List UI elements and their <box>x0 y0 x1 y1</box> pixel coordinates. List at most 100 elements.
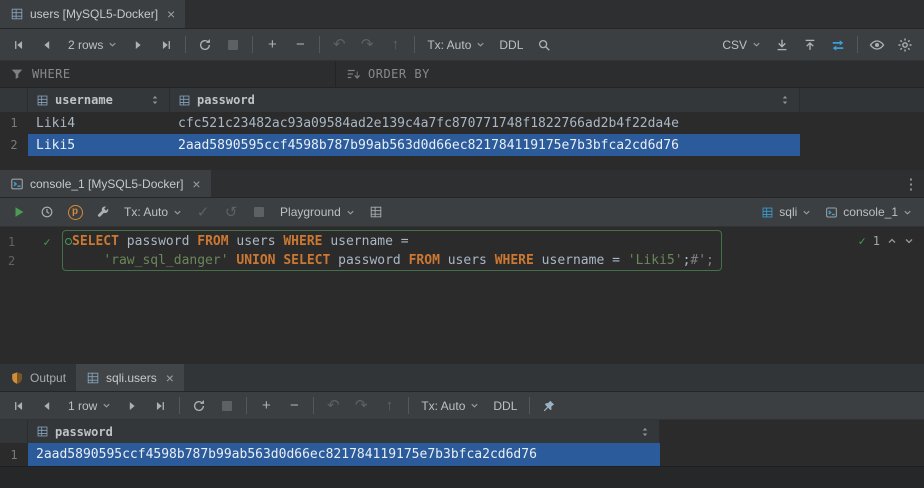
more-options-icon[interactable]: ⋮ <box>898 170 924 197</box>
row-number: 1 <box>0 112 28 134</box>
chevron-down-icon <box>476 40 485 49</box>
stop-button <box>214 394 240 418</box>
import-data-button[interactable] <box>797 33 823 57</box>
sort-icon[interactable] <box>639 426 651 438</box>
tab-users-grid[interactable]: users [MySQL5-Docker] × <box>0 0 185 28</box>
where-filter-field[interactable]: WHERE <box>0 61 336 87</box>
table-row-selected[interactable]: 2 Liki5 2aad5890595ccf4598b787b99ab563d0… <box>0 134 924 156</box>
redo-button: ↷ <box>348 394 374 418</box>
close-icon[interactable]: × <box>167 7 175 21</box>
code-token: 'Liki5' <box>628 253 683 268</box>
result-toolbar: 1 row + − ↶ ↷ ↑ Tx: Auto DDL <box>0 392 924 420</box>
tab-output[interactable]: Output <box>0 364 76 391</box>
code-token: username <box>542 253 612 268</box>
sql-editor[interactable]: 1 ✓ SELECT password FROM users WHERE use… <box>0 227 924 364</box>
database-icon <box>761 206 774 219</box>
code-token <box>72 253 103 268</box>
close-icon[interactable]: × <box>166 371 174 385</box>
run-success-icon: ✓ <box>30 235 64 249</box>
profile-icon: p <box>68 205 83 220</box>
column-label: password <box>55 425 113 439</box>
export-data-button[interactable] <box>769 33 795 57</box>
stop-button <box>246 200 272 224</box>
output-layout-button[interactable] <box>363 200 389 224</box>
settings-button[interactable] <box>892 33 918 57</box>
grid-header-row: username password <box>0 88 924 112</box>
close-icon[interactable]: × <box>192 177 200 191</box>
column-icon <box>36 94 49 107</box>
page-size-label: 2 rows <box>68 38 103 52</box>
code-token: users <box>236 234 283 249</box>
page-size-dropdown[interactable]: 2 rows <box>62 33 123 57</box>
schema-dropdown[interactable]: sqli <box>755 200 817 224</box>
configure-button[interactable] <box>90 200 116 224</box>
profile-button[interactable]: p <box>62 200 88 224</box>
code-text: 'raw_sql_danger' UNION SELECT password F… <box>64 253 714 268</box>
reload-page-button[interactable] <box>192 33 218 57</box>
tx-mode-dropdown[interactable]: Tx: Auto <box>415 394 485 418</box>
cell-username[interactable]: Liki5 <box>28 134 170 156</box>
code-lines: 1 ✓ SELECT password FROM users WHERE use… <box>0 227 924 270</box>
last-page-button[interactable] <box>147 394 173 418</box>
playground-dropdown[interactable]: Playground <box>274 200 361 224</box>
add-row-button[interactable]: + <box>253 394 279 418</box>
order-by-label: ORDER BY <box>368 67 430 81</box>
previous-page-button[interactable] <box>34 33 60 57</box>
add-row-button[interactable]: + <box>259 33 285 57</box>
search-button[interactable] <box>531 33 557 57</box>
page-size-dropdown[interactable]: 1 row <box>62 394 117 418</box>
cell-username[interactable]: Liki4 <box>28 112 170 134</box>
column-header-password[interactable]: password <box>170 88 800 112</box>
cell-password[interactable]: 2aad5890595ccf4598b787b99ab563d0d66ec821… <box>28 443 660 466</box>
delete-row-button[interactable]: − <box>287 33 313 57</box>
run-button[interactable] <box>6 200 32 224</box>
column-header-username[interactable]: username <box>28 88 170 112</box>
chevron-down-icon <box>802 208 811 217</box>
tab-result-grid[interactable]: sqli.users × <box>76 364 184 391</box>
first-page-button[interactable] <box>6 394 32 418</box>
inspection-widget[interactable]: ✓ 1 <box>859 234 914 248</box>
toolbar-separator <box>179 397 180 414</box>
reload-page-button[interactable] <box>186 394 212 418</box>
submit-button: ↑ <box>376 394 402 418</box>
code-line[interactable]: 2 'raw_sql_danger' UNION SELECT password… <box>0 251 924 270</box>
pin-tab-button[interactable] <box>536 394 562 418</box>
first-page-button[interactable] <box>6 33 32 57</box>
session-label: console_1 <box>843 205 898 219</box>
sort-icon[interactable] <box>779 94 791 106</box>
ddl-button[interactable]: DDL <box>487 399 523 413</box>
sort-icon[interactable] <box>149 94 161 106</box>
grid-layout-icon <box>369 205 383 219</box>
code-token: FROM <box>409 253 448 268</box>
tx-mode-dropdown[interactable]: Tx: Auto <box>118 200 188 224</box>
table-row[interactable]: 1 Liki4 cfc521c23482ac93a09584ad2e139c4a… <box>0 112 924 134</box>
gear-icon <box>897 37 913 53</box>
commit-button: ✓ <box>190 200 216 224</box>
session-dropdown[interactable]: console_1 <box>819 200 918 224</box>
next-page-button[interactable] <box>119 394 145 418</box>
code-line[interactable]: 1 ✓ SELECT password FROM users WHERE use… <box>0 232 924 251</box>
ddl-button[interactable]: DDL <box>493 38 529 52</box>
toolbar-separator <box>857 36 858 53</box>
table-row-selected[interactable]: 1 2aad5890595ccf4598b787b99ab563d0d66ec8… <box>0 443 924 466</box>
tx-mode-dropdown[interactable]: Tx: Auto <box>421 33 491 57</box>
statement-marker-icon <box>65 238 72 245</box>
delete-row-button[interactable]: − <box>281 394 307 418</box>
code-token: WHERE <box>283 234 330 249</box>
tab-console[interactable]: console_1 [MySQL5-Docker] × <box>0 170 211 197</box>
column-header-password[interactable]: password <box>28 420 660 443</box>
window-footer <box>0 466 924 488</box>
chevron-down-icon[interactable] <box>904 236 914 246</box>
toolbar-separator <box>414 36 415 53</box>
view-options-button[interactable] <box>864 33 890 57</box>
history-button[interactable] <box>34 200 60 224</box>
next-page-button[interactable] <box>125 33 151 57</box>
cell-password[interactable]: cfc521c23482ac93a09584ad2e139c4a7fc87077… <box>170 112 800 134</box>
previous-page-button[interactable] <box>34 394 60 418</box>
order-by-field[interactable]: ORDER BY <box>336 61 440 87</box>
cell-password[interactable]: 2aad5890595ccf4598b787b99ab563d0d66ec821… <box>170 134 800 156</box>
chevron-up-icon[interactable] <box>887 236 897 246</box>
export-format-dropdown[interactable]: CSV <box>716 33 767 57</box>
last-page-button[interactable] <box>153 33 179 57</box>
data-extractor-button[interactable] <box>825 33 851 57</box>
